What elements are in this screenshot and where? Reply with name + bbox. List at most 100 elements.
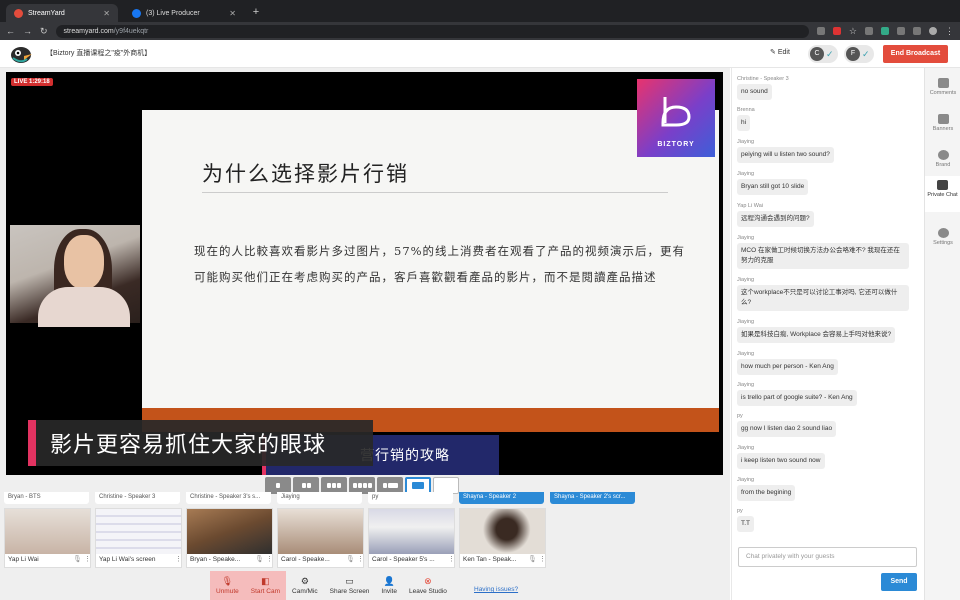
- extension-icon[interactable]: [816, 27, 825, 35]
- url-host: streamyard.com: [63, 27, 114, 35]
- extension-icon[interactable]: [832, 27, 841, 35]
- avatar: F: [846, 47, 860, 61]
- participant-tile[interactable]: Bryan - Speake... 🎙 ⋮: [186, 508, 273, 568]
- participant-video: [5, 509, 90, 554]
- participant-label: Shayna - Speaker 2: [459, 492, 544, 504]
- chat-author: Christine - Speaker 3: [737, 76, 789, 82]
- presentation-slide: 为什么选择影片行销 现在的人比較喜欢看影片多过图片，57%的线上消费者在观看了产…: [142, 110, 719, 432]
- rail-settings[interactable]: Settings: [925, 228, 960, 246]
- more-options-icon[interactable]: ⋮: [357, 555, 364, 563]
- send-button[interactable]: Send: [881, 573, 917, 591]
- caption-accent: [28, 420, 36, 466]
- chat-bubble: Bryan still got 10 slide: [737, 179, 809, 195]
- cam-mic-button[interactable]: ⚙ Cam/Mic: [286, 571, 324, 600]
- profile-avatar[interactable]: [929, 27, 937, 35]
- browser-tab-live-producer[interactable]: (3) Live Producer ✕: [124, 4, 244, 22]
- unmute-button[interactable]: 🎙 Unmute: [210, 571, 245, 600]
- leave-label: Leave Studio: [408, 588, 447, 595]
- broadcast-title: 【Biztory 直播课程之"疫"外商机】: [46, 50, 152, 57]
- mic-icon[interactable]: 🎙: [255, 555, 264, 563]
- streamyard-favicon-icon: [14, 8, 23, 18]
- close-tab-icon[interactable]: ✕: [229, 9, 236, 18]
- chat-message: py gg now I listen dao 2 sound liao: [737, 413, 922, 437]
- participant-tile[interactable]: Carol - Speaker 5's ... ⋮: [368, 508, 455, 568]
- chat-message: py T.T: [737, 508, 922, 532]
- chat-author: Jiaying: [737, 235, 755, 241]
- address-bar: ← → ↻ streamyard.com/y9f4uekqtr ☆ ⋮: [0, 22, 960, 40]
- rail-comments[interactable]: Comments: [925, 78, 960, 96]
- edit-button[interactable]: ✎ Edit: [770, 48, 790, 56]
- end-broadcast-button[interactable]: End Broadcast: [883, 45, 948, 63]
- close-tab-icon[interactable]: ✕: [103, 9, 110, 18]
- start-cam-label: Start Cam: [250, 588, 281, 595]
- participant-tile[interactable]: Carol - Speake... 🎙 ⋮: [277, 508, 364, 568]
- avatar: C: [810, 47, 824, 61]
- guest-avatar-button[interactable]: F ✓: [844, 45, 874, 63]
- participant-video: [460, 509, 545, 554]
- biztory-logo-text: BIZTORY: [657, 141, 695, 148]
- rail-private-chat[interactable]: Private Chat: [925, 176, 960, 212]
- having-issues-link[interactable]: Having issues?: [474, 586, 518, 593]
- chat-bubble: 如果是科技白痴, Workplace 会容易上手吗对他来说?: [737, 327, 896, 343]
- star-icon[interactable]: ☆: [849, 26, 857, 37]
- banner-icon: [937, 114, 949, 124]
- back-icon[interactable]: ←: [6, 26, 15, 36]
- chat-input[interactable]: Chat privately with your guests: [738, 547, 917, 567]
- chat-author: py: [737, 413, 743, 419]
- facebook-favicon-icon: [132, 8, 141, 18]
- camera-off-icon: ◧: [261, 576, 270, 586]
- mic-icon[interactable]: 🎙: [346, 555, 355, 563]
- new-tab-icon[interactable]: +: [250, 6, 262, 18]
- extension-icon[interactable]: [881, 27, 889, 35]
- participant-video: [369, 509, 454, 554]
- chat-bubble: i keep listen two sound now: [737, 453, 825, 469]
- menu-icon[interactable]: ⋮: [945, 26, 954, 37]
- right-rail: Comments Banners Brand Private Chat Sett…: [924, 68, 960, 600]
- more-options-icon[interactable]: ⋮: [84, 555, 91, 563]
- participant-tile[interactable]: Yap Li Wai 🎙 ⋮: [4, 508, 91, 568]
- invite-label: Invite: [381, 588, 397, 595]
- chat-message: Jiaying peiying will u listen two sound?: [737, 139, 922, 163]
- chat-bubble: T.T: [737, 516, 755, 532]
- speaker-camera-feed: [10, 225, 140, 327]
- more-options-icon[interactable]: ⋮: [539, 555, 546, 563]
- start-cam-button[interactable]: ◧ Start Cam: [244, 571, 287, 600]
- rail-brand[interactable]: Brand: [925, 150, 960, 168]
- chat-bubble: peiying will u listen two sound?: [737, 147, 834, 163]
- broadcast-stage[interactable]: LIVE 1:29:18 为什么选择影片行销 现在的人比較喜欢看影片多过图片，5…: [6, 72, 723, 475]
- check-icon: ✓: [826, 48, 834, 59]
- banner-text: 营行销的攻略: [360, 447, 450, 463]
- forward-icon[interactable]: →: [23, 26, 32, 36]
- streamyard-logo-icon[interactable]: [10, 44, 32, 64]
- url-path: /y9f4uekqtr: [113, 27, 149, 35]
- browser-tab-streamyard[interactable]: StreamYard ✕: [6, 4, 118, 22]
- extension-icon[interactable]: [913, 27, 921, 35]
- chat-message: Jiaying i keep listen two sound now: [737, 445, 922, 469]
- chat-author: Jiaying: [737, 477, 755, 483]
- participant-label: Bryan - BTS: [4, 492, 89, 504]
- participant-tile[interactable]: Yap Li Wai's screen ⋮: [95, 508, 182, 568]
- chat-message: Yap Li Wai 远程沟通会遇到的问题?: [737, 203, 922, 227]
- more-options-icon[interactable]: ⋮: [266, 555, 273, 563]
- extension-icon[interactable]: [897, 27, 905, 35]
- mic-muted-icon[interactable]: 🎙: [73, 555, 82, 563]
- participant-name: Carol - Speaker 5's ...: [372, 556, 435, 563]
- reload-icon[interactable]: ↻: [40, 26, 48, 37]
- tab-title: (3) Live Producer: [146, 9, 200, 17]
- participant-tile[interactable]: Ken Tan - Speak... 🎙 ⋮: [459, 508, 546, 568]
- mic-icon[interactable]: 🎙: [528, 555, 537, 563]
- mic-off-icon: 🎙: [221, 576, 234, 586]
- rail-banners[interactable]: Banners: [925, 114, 960, 132]
- invite-button[interactable]: 👤 Invite: [375, 571, 403, 600]
- guest-avatar-button[interactable]: C ✓: [808, 45, 838, 63]
- chat-bubble: gg now I listen dao 2 sound liao: [737, 421, 837, 437]
- more-options-icon[interactable]: ⋮: [175, 555, 182, 563]
- chat-author: Jiaying: [737, 445, 755, 451]
- more-options-icon[interactable]: ⋮: [448, 555, 455, 563]
- leave-studio-button[interactable]: ⊗ Leave Studio: [403, 571, 453, 600]
- url-field[interactable]: streamyard.com/y9f4uekqtr: [55, 24, 809, 38]
- chat-author: Jiaying: [737, 351, 755, 357]
- extension-icon[interactable]: [865, 27, 873, 35]
- share-screen-button[interactable]: ▭ Share Screen: [324, 571, 376, 600]
- participant-video: [278, 509, 363, 554]
